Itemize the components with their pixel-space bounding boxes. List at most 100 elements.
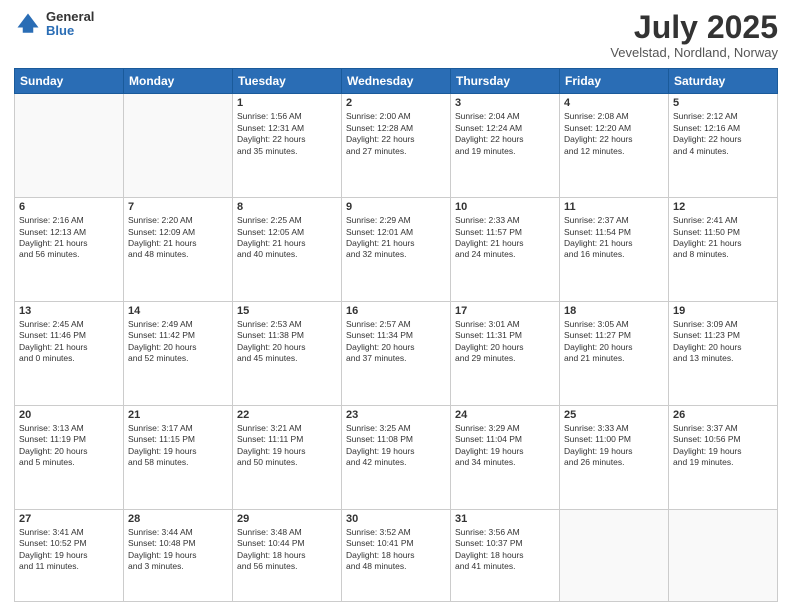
table-row: 4 Sunrise: 2:08 AM Sunset: 12:20 AM Dayli…	[560, 94, 669, 198]
day-number: 21	[128, 409, 228, 421]
day-number: 23	[346, 409, 446, 421]
table-row: 22 Sunrise: 3:21 AM Sunset: 11:11 PM Dayl…	[233, 405, 342, 509]
day-number: 30	[346, 513, 446, 525]
day-number: 22	[237, 409, 337, 421]
day-info: Sunrise: 3:52 AM Sunset: 10:41 PM Daylig…	[346, 527, 446, 573]
day-info: Sunrise: 2:29 AM Sunset: 12:01 AM Daylig…	[346, 215, 446, 261]
day-number: 9	[346, 201, 446, 213]
day-number: 16	[346, 305, 446, 317]
table-row	[15, 94, 124, 198]
day-info: Sunrise: 2:41 AM Sunset: 11:50 PM Daylig…	[673, 215, 773, 261]
day-number: 18	[564, 305, 664, 317]
day-info: Sunrise: 2:00 AM Sunset: 12:28 AM Daylig…	[346, 111, 446, 157]
day-info: Sunrise: 3:05 AM Sunset: 11:27 PM Daylig…	[564, 319, 664, 365]
day-number: 17	[455, 305, 555, 317]
table-row: 11Sunrise: 2:37 AM Sunset: 11:54 PM Dayl…	[560, 198, 669, 302]
day-info: Sunrise: 3:25 AM Sunset: 11:08 PM Daylig…	[346, 423, 446, 469]
day-number: 29	[237, 513, 337, 525]
table-row: 29 Sunrise: 3:48 AM Sunset: 10:44 PM Dayl…	[233, 509, 342, 601]
day-number: 11	[564, 201, 664, 213]
day-number: 27	[19, 513, 119, 525]
table-row: 20Sunrise: 3:13 AM Sunset: 11:19 PM Dayl…	[15, 405, 124, 509]
logo-blue-text: Blue	[46, 24, 94, 38]
col-tuesday: Tuesday	[233, 69, 342, 94]
day-number: 2	[346, 97, 446, 109]
calendar-week-3: 13Sunrise: 2:45 AM Sunset: 11:46 PM Dayl…	[15, 301, 778, 405]
month-title: July 2025	[610, 10, 778, 45]
day-number: 5	[673, 97, 773, 109]
day-info: Sunrise: 2:53 AM Sunset: 11:38 PM Daylig…	[237, 319, 337, 365]
table-row: 28Sunrise: 3:44 AM Sunset: 10:48 PM Dayl…	[124, 509, 233, 601]
table-row: 14 Sunrise: 2:49 AM Sunset: 11:42 PM Dayl…	[124, 301, 233, 405]
day-info: Sunrise: 2:04 AM Sunset: 12:24 AM Daylig…	[455, 111, 555, 157]
day-number: 3	[455, 97, 555, 109]
table-row: 18 Sunrise: 3:05 AM Sunset: 11:27 PM Dayl…	[560, 301, 669, 405]
day-info: Sunrise: 2:12 AM Sunset: 12:16 AM Daylig…	[673, 111, 773, 157]
day-number: 31	[455, 513, 555, 525]
day-number: 26	[673, 409, 773, 421]
table-row: 19Sunrise: 3:09 AM Sunset: 11:23 PM Dayl…	[669, 301, 778, 405]
day-number: 6	[19, 201, 119, 213]
day-info: Sunrise: 3:41 AM Sunset: 10:52 PM Daylig…	[19, 527, 119, 573]
header: General Blue July 2025 Vevelstad, Nordla…	[14, 10, 778, 60]
table-row: 16 Sunrise: 2:57 AM Sunset: 11:34 PM Dayl…	[342, 301, 451, 405]
table-row	[669, 509, 778, 601]
table-row: 5 Sunrise: 2:12 AM Sunset: 12:16 AM Dayli…	[669, 94, 778, 198]
col-friday: Friday	[560, 69, 669, 94]
day-info: Sunrise: 3:48 AM Sunset: 10:44 PM Daylig…	[237, 527, 337, 573]
logo-general-text: General	[46, 10, 94, 24]
day-info: Sunrise: 3:33 AM Sunset: 11:00 PM Daylig…	[564, 423, 664, 469]
day-info: Sunrise: 3:44 AM Sunset: 10:48 PM Daylig…	[128, 527, 228, 573]
table-row: 13Sunrise: 2:45 AM Sunset: 11:46 PM Dayl…	[15, 301, 124, 405]
day-number: 8	[237, 201, 337, 213]
day-number: 7	[128, 201, 228, 213]
day-info: Sunrise: 3:17 AM Sunset: 11:15 PM Daylig…	[128, 423, 228, 469]
table-row: 27 Sunrise: 3:41 AM Sunset: 10:52 PM Dayl…	[15, 509, 124, 601]
day-info: Sunrise: 1:56 AM Sunset: 12:31 AM Daylig…	[237, 111, 337, 157]
col-thursday: Thursday	[451, 69, 560, 94]
col-monday: Monday	[124, 69, 233, 94]
table-row: 12 Sunrise: 2:41 AM Sunset: 11:50 PM Dayl…	[669, 198, 778, 302]
table-row: 8Sunrise: 2:25 AM Sunset: 12:05 AM Dayli…	[233, 198, 342, 302]
logo-text: General Blue	[46, 10, 94, 39]
location: Vevelstad, Nordland, Norway	[610, 45, 778, 60]
day-number: 12	[673, 201, 773, 213]
day-number: 15	[237, 305, 337, 317]
col-saturday: Saturday	[669, 69, 778, 94]
table-row: 3 Sunrise: 2:04 AM Sunset: 12:24 AM Dayli…	[451, 94, 560, 198]
day-info: Sunrise: 3:09 AM Sunset: 11:23 PM Daylig…	[673, 319, 773, 365]
table-row: 24Sunrise: 3:29 AM Sunset: 11:04 PM Dayl…	[451, 405, 560, 509]
day-info: Sunrise: 2:16 AM Sunset: 12:13 AM Daylig…	[19, 215, 119, 261]
day-info: Sunrise: 2:20 AM Sunset: 12:09 AM Daylig…	[128, 215, 228, 261]
table-row: 30 Sunrise: 3:52 AM Sunset: 10:41 PM Dayl…	[342, 509, 451, 601]
table-row: 9 Sunrise: 2:29 AM Sunset: 12:01 AM Dayli…	[342, 198, 451, 302]
calendar-table: Sunday Monday Tuesday Wednesday Thursday…	[14, 68, 778, 602]
col-sunday: Sunday	[15, 69, 124, 94]
day-number: 10	[455, 201, 555, 213]
day-info: Sunrise: 3:56 AM Sunset: 10:37 PM Daylig…	[455, 527, 555, 573]
logo: General Blue	[14, 10, 94, 39]
table-row: 31 Sunrise: 3:56 AM Sunset: 10:37 PM Dayl…	[451, 509, 560, 601]
table-row: 2 Sunrise: 2:00 AM Sunset: 12:28 AM Dayli…	[342, 94, 451, 198]
day-number: 14	[128, 305, 228, 317]
day-info: Sunrise: 3:13 AM Sunset: 11:19 PM Daylig…	[19, 423, 119, 469]
table-row: 26Sunrise: 3:37 AM Sunset: 10:56 PM Dayl…	[669, 405, 778, 509]
day-number: 1	[237, 97, 337, 109]
calendar-week-1: 1 Sunrise: 1:56 AM Sunset: 12:31 AM Dayli…	[15, 94, 778, 198]
day-info: Sunrise: 2:57 AM Sunset: 11:34 PM Daylig…	[346, 319, 446, 365]
table-row: 17 Sunrise: 3:01 AM Sunset: 11:31 PM Dayl…	[451, 301, 560, 405]
day-info: Sunrise: 2:08 AM Sunset: 12:20 AM Daylig…	[564, 111, 664, 157]
day-info: Sunrise: 2:33 AM Sunset: 11:57 PM Daylig…	[455, 215, 555, 261]
day-info: Sunrise: 2:49 AM Sunset: 11:42 PM Daylig…	[128, 319, 228, 365]
table-row: 21 Sunrise: 3:17 AM Sunset: 11:15 PM Dayl…	[124, 405, 233, 509]
day-number: 4	[564, 97, 664, 109]
day-info: Sunrise: 3:01 AM Sunset: 11:31 PM Daylig…	[455, 319, 555, 365]
calendar-week-2: 6 Sunrise: 2:16 AM Sunset: 12:13 AM Dayli…	[15, 198, 778, 302]
day-number: 25	[564, 409, 664, 421]
calendar-header-row: Sunday Monday Tuesday Wednesday Thursday…	[15, 69, 778, 94]
calendar-week-5: 27 Sunrise: 3:41 AM Sunset: 10:52 PM Dayl…	[15, 509, 778, 601]
title-block: July 2025 Vevelstad, Nordland, Norway	[610, 10, 778, 60]
day-info: Sunrise: 3:21 AM Sunset: 11:11 PM Daylig…	[237, 423, 337, 469]
day-info: Sunrise: 2:45 AM Sunset: 11:46 PM Daylig…	[19, 319, 119, 365]
day-number: 24	[455, 409, 555, 421]
